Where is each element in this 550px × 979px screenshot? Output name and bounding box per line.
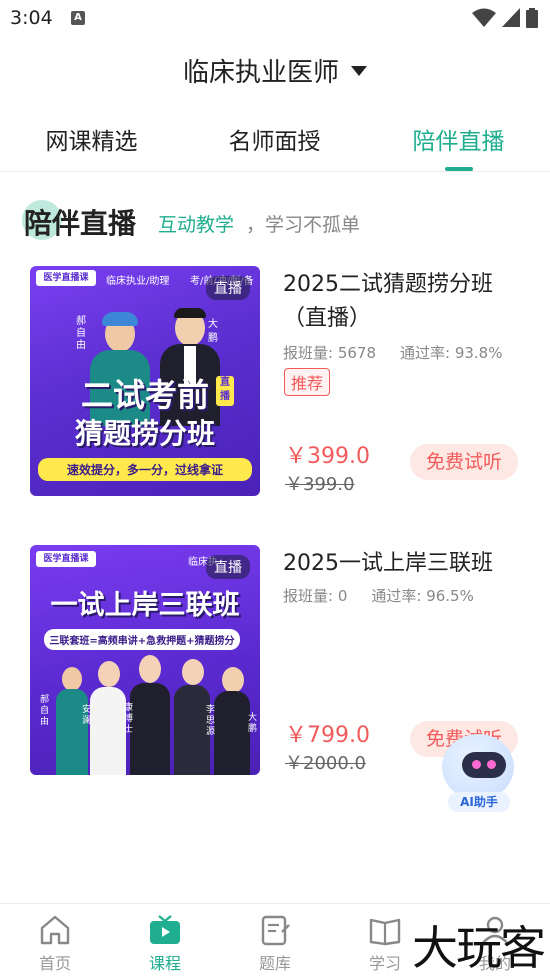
tv-icon [150,915,180,944]
course-title[interactable]: 2025二试猜题捞分班（直播） [283,268,528,336]
original-price: ￥399.0 [285,474,355,495]
nav-label: 题库 [258,954,291,973]
live-badge: 直播 [206,555,250,579]
nav-label: 课程 [148,954,181,973]
status-bar: 3:04 A [0,0,550,38]
nav-label: 首页 [38,954,71,973]
course-price: ￥799.0 [285,723,370,748]
teacher-name: 安澜 [82,705,92,726]
exam-type-label: 临床执业医师 [182,58,339,88]
course-thumbnail[interactable]: 医学直播课 临床执业/助理 考/前/冲/刺/备 郝自由 大鹏 二试考前 直播 猜… [30,266,260,496]
status-time: 3:04 [10,7,53,29]
robot-icon [442,734,514,800]
tab-online-courses[interactable]: 网课精选 [0,122,183,156]
section-header: 陪伴直播 互动教学 ，学习不孤单 [22,200,532,244]
course-title[interactable]: 2025一试上岸三联班 [283,547,528,581]
free-trial-button[interactable]: 免费试听 [410,444,518,480]
section-subtitle-highlight: 互动教学 [158,214,235,236]
robot-eye [487,760,496,769]
teacher-name: 大鹏 [208,319,218,344]
tab-active-indicator [445,167,473,171]
ai-assistant-label: AI助手 [448,792,510,812]
tab-teacher-classes[interactable]: 名师面授 [183,122,366,156]
status-icons [472,8,538,28]
teacher-name: 郝自由 [40,695,50,727]
section-subtitle: ，学习不孤单 [246,214,361,236]
robot-eye [472,760,481,769]
enroll-count: 报班量: 5678 [283,344,376,362]
teacher-figure [130,655,170,775]
recommend-tag: 推荐 [284,368,331,396]
nav-courses[interactable]: 课程 [110,904,220,979]
live-badge: 直播 [206,276,250,300]
clipboard-icon [261,915,290,946]
teacher-name: 康博士 [124,703,134,735]
section-title: 陪伴直播 [24,207,137,240]
thumb-banner: 速效提分，多一分，过线拿证 [38,458,252,481]
tab-live-companion[interactable]: 陪伴直播 [367,122,550,156]
nav-home[interactable]: 首页 [0,904,110,979]
notification-a-icon: A [71,11,85,25]
course-thumbnail[interactable]: 医学直播课 临床执 一试上岸三联班 三联套班=高频串讲+急救押题+猜题捞分 郝自… [30,545,260,775]
course-card[interactable]: 医学直播课 临床执业/助理 考/前/冲/刺/备 郝自由 大鹏 二试考前 直播 猜… [0,266,550,498]
course-meta: 报班量: 0 通过率: 96.5% [283,585,474,606]
wifi-icon [472,8,496,27]
caret-down-icon [351,65,367,76]
course-price: ￥399.0 [285,444,370,469]
pass-rate: 通过率: 96.5% [371,587,474,605]
pass-rate: 通过率: 93.8% [400,344,503,362]
thumb-headline-2: 猜题捞分班 [74,417,215,450]
ai-assistant-button[interactable]: AI助手 [436,734,520,814]
teacher-figure [174,659,210,775]
thumb-live-tag: 直播 [216,376,234,406]
teacher-name: 李思源 [206,705,216,737]
course-meta: 报班量: 5678 通过率: 93.8% [283,342,502,363]
enroll-count: 报班量: 0 [283,587,348,605]
book-icon [369,918,401,946]
teacher-name: 郝自由 [76,316,86,351]
brand-logo: 医学直播课 [36,270,96,286]
nav-question-bank[interactable]: 题库 [220,904,330,979]
thumb-headline-1: 一试上岸三联班 [50,590,240,621]
battery-icon [526,8,538,28]
watermark: 大玩客 [412,921,546,975]
teacher-figure [214,667,250,775]
teacher-figure [90,658,126,775]
brand-logo: 医学直播课 [36,551,96,567]
robot-face [462,752,506,778]
thumb-banner: 三联套班=高频串讲+急救押题+猜题捞分 [44,629,240,650]
exam-type-selector[interactable]: 临床执业医师 [0,52,550,89]
thumb-header-text: 临床执业/助理 [106,276,170,287]
signal-icon [502,8,520,27]
teacher-name: 大鹏 [248,713,258,734]
original-price: ￥2000.0 [285,753,366,774]
home-icon [40,915,70,945]
course-tabs: 网课精选 名师面授 陪伴直播 [0,118,550,172]
